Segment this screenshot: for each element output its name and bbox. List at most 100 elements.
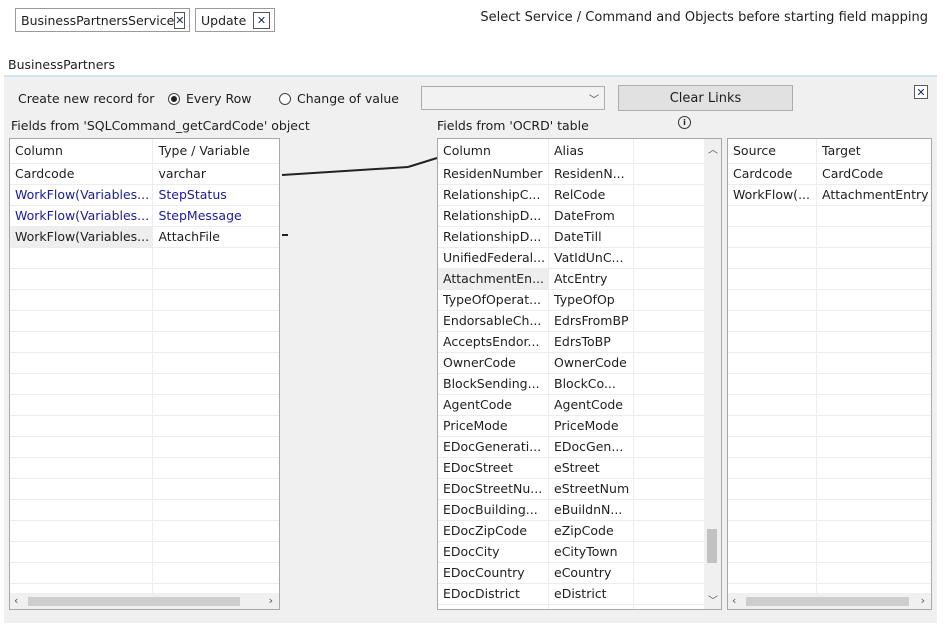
- empty-cell: [817, 332, 931, 352]
- empty-cell: [153, 416, 279, 436]
- change-of-value-radio[interactable]: Change of value: [279, 91, 399, 106]
- empty-cell: [817, 437, 931, 457]
- empty-cell: [10, 353, 154, 373]
- table-row[interactable]: OwnerCode OwnerCode: [438, 353, 721, 374]
- table-row[interactable]: WorkFlow(Variables... StepMessage: [10, 206, 279, 227]
- scroll-up-icon[interactable]: ︿: [708, 141, 718, 156]
- table-row[interactable]: EDocStreetNu... eStreetNum: [438, 479, 721, 500]
- left-empty-rows: [10, 248, 279, 605]
- table-row[interactable]: PriceMode PriceMode: [438, 416, 721, 437]
- middle-cell-column: OwnerCode: [438, 353, 549, 373]
- links-header-source[interactable]: Source: [728, 139, 817, 163]
- middle-cell-column: EDocGenerati...: [438, 437, 549, 457]
- scroll-thumb[interactable]: [746, 597, 909, 606]
- empty-row: [728, 311, 931, 332]
- left-cell-type: StepStatus: [158, 187, 227, 202]
- table-row[interactable]: Cardcode varchar: [10, 164, 279, 185]
- empty-cell: [817, 248, 931, 268]
- middle-header-column[interactable]: Column: [438, 139, 549, 163]
- middle-cell-alias: eStreetNum: [549, 479, 634, 499]
- table-row[interactable]: WorkFlow(... AttachmentEntry: [728, 185, 931, 206]
- table-row[interactable]: EDocStreet eStreet: [438, 458, 721, 479]
- info-icon[interactable]: i: [678, 116, 691, 129]
- empty-row: [10, 290, 279, 311]
- empty-cell: [728, 437, 817, 457]
- table-row[interactable]: WorkFlow(Variables... AttachFile: [10, 227, 279, 248]
- empty-row: [10, 374, 279, 395]
- table-row[interactable]: EDocCity eCityTown: [438, 542, 721, 563]
- table-row[interactable]: RelationshipC... RelCode: [438, 185, 721, 206]
- empty-cell: [153, 437, 279, 457]
- links-grid-header: Source Target: [728, 139, 931, 164]
- table-row[interactable]: AgentCode AgentCode: [438, 395, 721, 416]
- empty-cell: [10, 332, 154, 352]
- middle-header-alias[interactable]: Alias: [549, 139, 634, 163]
- middle-cell-alias: VatIdUnC...: [549, 248, 634, 268]
- table-row[interactable]: BlockSending... BlockCo...: [438, 374, 721, 395]
- empty-cell: [10, 269, 154, 289]
- scroll-thumb[interactable]: [28, 597, 240, 606]
- close-icon[interactable]: ✕: [914, 85, 928, 99]
- empty-row: [10, 416, 279, 437]
- links-horizontal-scrollbar[interactable]: ‹ ›: [728, 593, 931, 609]
- empty-cell: [728, 395, 817, 415]
- table-row[interactable]: EndorsableCh... EdrsFromBP: [438, 311, 721, 332]
- empty-cell: [817, 521, 931, 541]
- table-row[interactable]: UnifiedFederal... VatIdUnC...: [438, 248, 721, 269]
- empty-row: [728, 395, 931, 416]
- table-row[interactable]: ResidenNumber ResidenN...: [438, 164, 721, 185]
- command-chip[interactable]: Update ✕: [195, 8, 275, 32]
- empty-cell: [153, 479, 279, 499]
- middle-cell-column: EDocStreetNu...: [438, 479, 549, 499]
- table-row[interactable]: RelationshipD... DateTill: [438, 227, 721, 248]
- table-row[interactable]: WorkFlow(Variables... StepStatus: [10, 185, 279, 206]
- table-row[interactable]: EDocZipCode eZipCode: [438, 521, 721, 542]
- left-fields-grid[interactable]: Column Type / Variable Cardcode varchar …: [9, 138, 280, 610]
- middle-cell-column: EDocZipCode: [438, 521, 549, 541]
- scroll-left-icon[interactable]: ‹: [14, 594, 18, 607]
- scroll-thumb[interactable]: [707, 529, 717, 563]
- table-row[interactable]: EDocDistrict eDistrict: [438, 584, 721, 605]
- link-line-cardcode[interactable]: [281, 166, 409, 176]
- middle-cell-alias: eCountry: [549, 563, 634, 583]
- left-header-column[interactable]: Column: [10, 139, 154, 163]
- middle-cell-column: RelationshipD...: [438, 227, 549, 247]
- service-chip[interactable]: BusinessPartnersService ✕: [15, 8, 190, 32]
- empty-cell: [817, 542, 931, 562]
- table-row[interactable]: AttachmentEn... AtcEntry: [438, 269, 721, 290]
- scroll-right-icon[interactable]: ›: [269, 594, 273, 607]
- scroll-left-icon[interactable]: ‹: [732, 594, 736, 607]
- table-row[interactable]: AcceptsEndor... EdrsToBP: [438, 332, 721, 353]
- remove-command-icon[interactable]: ✕: [253, 11, 270, 29]
- table-row[interactable]: Cardcode CardCode: [728, 164, 931, 185]
- create-record-label: Create new record for: [18, 91, 155, 106]
- middle-vertical-scrollbar[interactable]: ︿ ﹀: [704, 139, 721, 609]
- table-row[interactable]: TypeOfOperat... TypeOfOp: [438, 290, 721, 311]
- middle-cell-column: ResidenNumber: [438, 164, 549, 184]
- links-header-target[interactable]: Target: [817, 139, 931, 163]
- left-grid-header: Column Type / Variable: [10, 139, 279, 164]
- scroll-down-icon[interactable]: ﹀: [708, 592, 718, 607]
- table-row[interactable]: EDocRepresen...RepFName: [438, 605, 721, 609]
- left-header-type[interactable]: Type / Variable: [153, 139, 279, 163]
- empty-row: [728, 521, 931, 542]
- empty-row: [10, 269, 279, 290]
- value-select[interactable]: ﹀: [421, 86, 605, 110]
- every-row-radio[interactable]: Every Row: [168, 91, 252, 106]
- table-row[interactable]: EDocCountry eCountry: [438, 563, 721, 584]
- empty-row: [728, 416, 931, 437]
- table-row[interactable]: EDocBuilding... eBuildnN...: [438, 500, 721, 521]
- table-row[interactable]: EDocGenerati... EDocGen...: [438, 437, 721, 458]
- left-horizontal-scrollbar[interactable]: ‹ ›: [10, 593, 279, 609]
- middle-fields-grid[interactable]: Column Alias ResidenNumber ResidenN... Rel…: [437, 138, 722, 610]
- empty-cell: [817, 353, 931, 373]
- links-grid[interactable]: Source Target Cardcode CardCode WorkFlow…: [727, 138, 932, 610]
- remove-service-icon[interactable]: ✕: [174, 11, 186, 29]
- empty-cell: [817, 311, 931, 331]
- empty-cell: [153, 248, 279, 268]
- scroll-right-icon[interactable]: ›: [921, 594, 925, 607]
- clear-links-button[interactable]: Clear Links: [618, 85, 793, 111]
- empty-cell: [153, 374, 279, 394]
- middle-cell-column: RelationshipD...: [438, 206, 549, 226]
- table-row[interactable]: RelationshipD... DateFrom: [438, 206, 721, 227]
